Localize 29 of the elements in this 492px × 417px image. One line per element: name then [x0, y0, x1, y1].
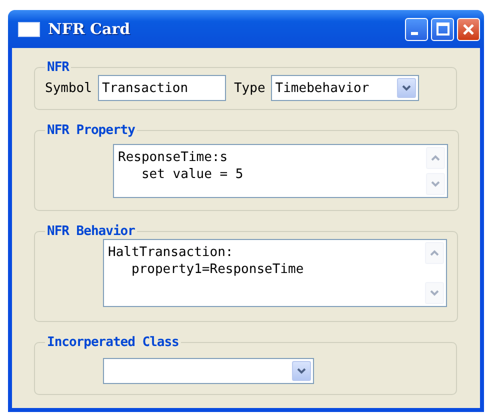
scrollbar[interactable] [426, 147, 445, 195]
maximize-icon [436, 22, 450, 36]
scroll-up-icon[interactable] [426, 147, 445, 169]
text-line: set value = 5 [140, 166, 244, 183]
dropdown[interactable]: Timebehavior [271, 75, 420, 101]
group-title: NFR [46, 60, 70, 75]
field-label: Type [234, 80, 266, 96]
scroll-up-icon[interactable] [425, 242, 444, 264]
symbol-field[interactable]: Transaction [98, 75, 226, 101]
text-area[interactable]: HaltTransaction: property1=ResponseTime [103, 239, 447, 307]
group-title: Incorperated Class [46, 335, 180, 350]
field-label: Symbol [45, 80, 92, 96]
text-line: ResponseTime:s [118, 149, 229, 166]
dropdown[interactable] [103, 358, 314, 384]
close-button[interactable] [457, 18, 480, 40]
text-area[interactable]: ResponseTime:s set value = 5 [113, 144, 448, 198]
minimize-icon [410, 32, 418, 34]
close-icon [462, 22, 475, 36]
scrollbar[interactable] [425, 242, 444, 304]
group-title: NFR Property [46, 123, 136, 138]
maximize-button[interactable] [431, 18, 454, 40]
window-title: NFR Card [48, 20, 132, 38]
group-title: NFR Behavior [46, 224, 136, 239]
text-line: property1=ResponseTime [130, 261, 305, 278]
window-icon [18, 22, 40, 36]
scroll-down-icon[interactable] [426, 173, 445, 195]
minimize-button[interactable] [405, 18, 428, 40]
text-line: HaltTransaction: [108, 244, 234, 261]
scroll-down-icon[interactable] [425, 282, 444, 304]
